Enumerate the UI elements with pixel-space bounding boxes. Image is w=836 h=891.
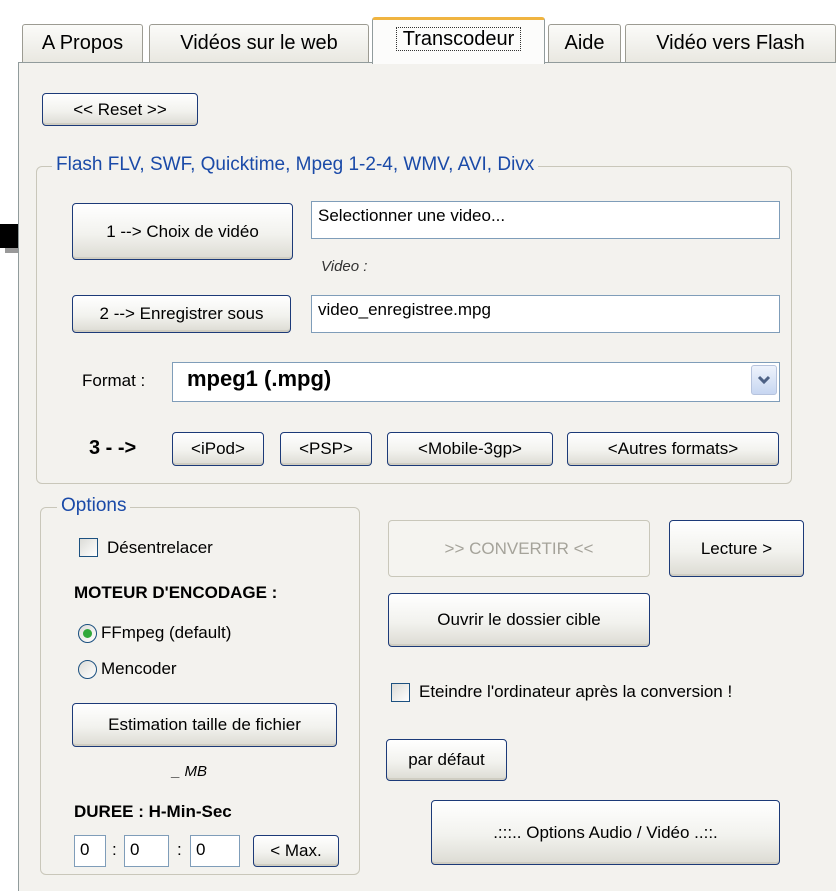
default-button[interactable]: par défaut [386,739,507,781]
preset-psp-button[interactable]: <PSP> [280,432,372,466]
step3-label: 3 - -> [89,437,137,459]
chevron-down-icon[interactable] [751,365,777,395]
engine-heading: MOTEUR D'ENCODAGE : [74,583,278,602]
tab-aide[interactable]: Aide [548,24,621,62]
deinterlace-checkbox[interactable] [79,538,98,557]
tab-videos-web[interactable]: Vidéos sur le web [149,24,369,62]
tab-strip: A Propos Vidéos sur le web Transcodeur A… [0,0,836,64]
duration-separator: : [177,840,182,859]
duration-heading: DUREE : H-Min-Sec [74,802,232,821]
reset-button[interactable]: << Reset >> [42,93,198,126]
output-file-field[interactable]: video_enregistree.mpg [311,295,780,333]
estimate-size-button[interactable]: Estimation taille de fichier [72,703,337,747]
save-as-button[interactable]: 2 --> Enregistrer sous [72,295,291,333]
tab-video-flash[interactable]: Vidéo vers Flash [625,24,836,62]
shutdown-checkbox[interactable] [391,683,410,702]
duration-separator: : [112,840,117,859]
video-path-field[interactable]: Selectionner une video... [311,201,780,239]
tab-transcodeur[interactable]: Transcodeur [372,17,545,64]
convert-button[interactable]: >> CONVERTIR << [388,520,650,577]
play-button[interactable]: Lecture > [669,520,804,577]
duration-minutes-field[interactable]: 0 [124,835,169,867]
duration-hours-field[interactable]: 0 [74,835,106,867]
engine-mencoder-radio[interactable] [78,660,97,679]
engine-ffmpeg-label: FFmpeg (default) [101,623,232,642]
source-group-legend: Flash FLV, SWF, Quicktime, Mpeg 1-2-4, W… [52,154,539,176]
tab-transcodeur-label: Transcodeur [395,27,522,51]
preset-ipod-button[interactable]: <iPod> [172,432,264,466]
shutdown-label: Eteindre l'ordinateur après la conversio… [419,682,733,701]
format-select-value: mpeg1 (.mpg) [187,366,332,391]
video-caption: Video : [321,258,368,275]
size-estimate-value: _ MB [172,763,208,780]
format-label: Format : [82,371,146,390]
choose-video-button[interactable]: 1 --> Choix de vidéo [72,203,293,260]
preset-mobile-3gp-button[interactable]: <Mobile-3gp> [387,432,553,466]
engine-ffmpeg-radio[interactable] [78,624,97,643]
options-legend: Options [57,495,131,517]
audio-video-options-button[interactable]: .:::.. Options Audio / Vidéo ..::. [431,800,780,865]
format-select[interactable]: mpeg1 (.mpg) [172,362,780,402]
engine-mencoder-label: Mencoder [101,659,177,678]
open-folder-button[interactable]: Ouvrir le dossier cible [388,593,650,647]
tab-a-propos[interactable]: A Propos [22,24,143,62]
duration-seconds-field[interactable]: 0 [190,835,240,867]
max-duration-button[interactable]: < Max. [253,835,339,867]
preset-other-formats-button[interactable]: <Autres formats> [567,432,779,466]
deinterlace-label: Désentrelacer [107,538,213,557]
